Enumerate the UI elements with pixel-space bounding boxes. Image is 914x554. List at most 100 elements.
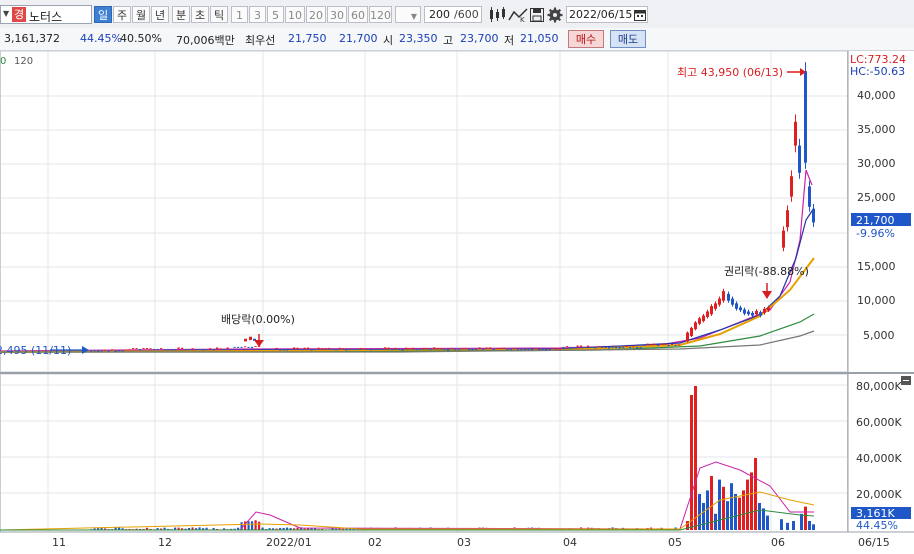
period-day-button[interactable]: 일 xyxy=(94,6,112,23)
save-icon[interactable] xyxy=(529,6,545,23)
x-label-2022-01: 2022/01 xyxy=(266,536,312,549)
candle xyxy=(153,348,156,350)
candle xyxy=(622,346,625,348)
candle xyxy=(643,344,646,346)
candle xyxy=(534,348,537,350)
calendar-icon[interactable] xyxy=(634,9,646,24)
volume-tick-80000k: 80,000K xyxy=(856,380,902,393)
sell-button[interactable]: 매도 xyxy=(610,30,646,48)
candle xyxy=(384,347,387,349)
candle xyxy=(597,346,600,348)
candle xyxy=(731,298,734,305)
candle xyxy=(794,121,797,146)
interval-120-button[interactable]: 120 xyxy=(369,6,392,23)
candle xyxy=(464,347,467,349)
volume-panel-close-icon[interactable] xyxy=(901,376,911,385)
period-month-button[interactable]: 월 xyxy=(132,6,150,23)
candle xyxy=(268,348,271,350)
candle xyxy=(671,344,674,346)
candle xyxy=(548,348,551,350)
interval-5-button[interactable]: 5 xyxy=(267,6,284,23)
candle xyxy=(188,348,191,350)
candle xyxy=(345,348,348,351)
current-volume-ratio: 44.45% xyxy=(856,519,898,532)
candle xyxy=(314,348,317,350)
gear-icon[interactable] xyxy=(547,6,563,23)
candle xyxy=(128,349,131,351)
interval-20-button[interactable]: 20 xyxy=(306,6,326,23)
candle xyxy=(722,291,725,301)
candlesticks xyxy=(90,62,815,352)
interval-60-button[interactable]: 60 xyxy=(348,6,368,23)
volume-bar xyxy=(247,521,250,530)
price-tick-35000: 35,000 xyxy=(857,123,896,136)
period-year-button[interactable]: 년 xyxy=(151,6,169,23)
period-week-button[interactable]: 주 xyxy=(113,6,131,23)
data-count-field[interactable]: 200 /600 xyxy=(424,6,482,23)
low-label: 저 xyxy=(504,34,515,47)
current-change: -9.96% xyxy=(856,227,895,240)
x-label-current-date: 06/15 xyxy=(858,536,890,549)
volume-bar xyxy=(800,513,803,530)
low-price-note: 2,495 (11/11) xyxy=(0,344,71,357)
candle xyxy=(443,348,446,350)
interval-10-button[interactable]: 10 xyxy=(285,6,305,23)
candle xyxy=(615,346,618,349)
volume-tick-40000k: 40,000K xyxy=(856,452,902,465)
interval-3-button[interactable]: 3 xyxy=(249,6,266,23)
candle xyxy=(608,346,611,349)
interval-30-button[interactable]: 30 xyxy=(327,6,347,23)
dropdown-arrow-icon[interactable]: ▼ xyxy=(3,9,9,18)
candle xyxy=(506,348,509,350)
custom-interval-dropdown[interactable]: ▼ xyxy=(395,6,421,23)
unit-second-button[interactable]: 초 xyxy=(191,6,209,23)
candle xyxy=(307,347,310,349)
candle xyxy=(747,311,750,315)
candle xyxy=(743,309,746,314)
volume-bar xyxy=(766,515,769,530)
candle xyxy=(230,348,233,350)
candle xyxy=(174,348,177,351)
date-field[interactable]: 2022/06/15 xyxy=(566,6,648,23)
line-type-icon[interactable]: K xyxy=(508,6,528,24)
svg-text:K: K xyxy=(520,16,525,23)
candle xyxy=(352,348,355,350)
volume-bar xyxy=(694,386,697,530)
unit-tick-button[interactable]: 틱 xyxy=(210,6,228,23)
candle xyxy=(562,346,565,348)
buy-button[interactable]: 매수 xyxy=(568,30,604,48)
candle xyxy=(408,348,411,350)
candle xyxy=(289,348,292,350)
stock-chart[interactable]: 0 120 LC:773.24 HC:-50.63 40,000 35,000 … xyxy=(0,50,914,554)
candle xyxy=(275,347,278,349)
candle xyxy=(786,210,789,228)
low-price: 21,050 xyxy=(520,32,559,45)
candle xyxy=(198,348,201,350)
candle xyxy=(496,348,499,350)
candle xyxy=(566,346,569,348)
stock-name[interactable]: 노터스 xyxy=(29,8,62,25)
candle xyxy=(107,350,110,352)
candle xyxy=(471,348,474,351)
volume-bar xyxy=(718,479,721,530)
candle xyxy=(146,348,149,350)
volume-bars xyxy=(90,386,815,530)
candle xyxy=(422,347,425,349)
date-value: 2022/06/15 xyxy=(569,8,633,21)
candle xyxy=(380,348,383,350)
interval-1-button[interactable]: 1 xyxy=(231,6,248,23)
candle xyxy=(391,348,394,350)
candle xyxy=(100,350,103,352)
candle xyxy=(300,348,303,350)
candle-type-icon[interactable] xyxy=(487,6,507,23)
candle xyxy=(499,347,502,349)
candle xyxy=(223,348,226,350)
candle xyxy=(604,346,607,348)
price-tick-25000: 25,000 xyxy=(857,191,896,204)
candle xyxy=(132,348,135,350)
candle xyxy=(401,348,404,351)
candle xyxy=(576,345,579,347)
stock-selector[interactable]: ▼ 경 노터스 xyxy=(0,5,92,24)
candle xyxy=(594,346,597,349)
unit-minute-button[interactable]: 분 xyxy=(172,6,190,23)
